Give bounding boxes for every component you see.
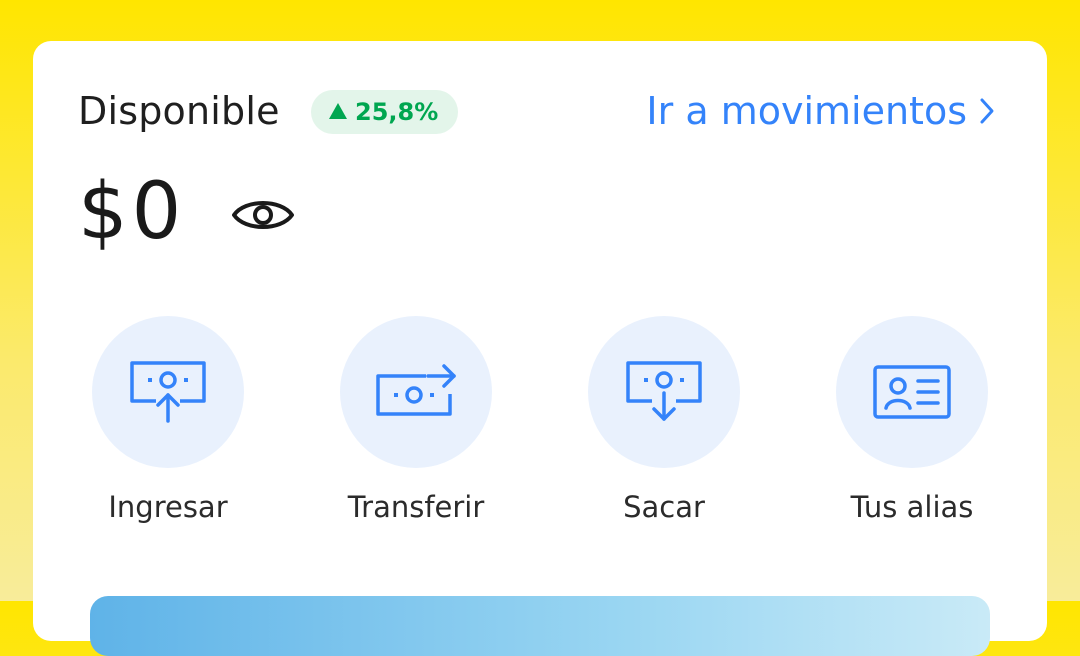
balance-amount: $0 <box>78 167 186 257</box>
action-ingresar-circle <box>92 316 244 468</box>
movements-link-label: Ir a movimientos <box>646 89 967 133</box>
action-tus-alias[interactable]: Tus alias <box>812 316 1012 524</box>
available-title: Disponible <box>78 89 280 133</box>
action-tus-alias-label: Tus alias <box>850 490 974 524</box>
balance-card: Disponible 25,8% Ir a movimientos $0 Ing… <box>33 41 1047 656</box>
promo-banner[interactable] <box>90 596 990 656</box>
up-arrow-icon <box>329 103 347 119</box>
chevron-right-icon <box>980 98 994 124</box>
money-transfer-icon <box>376 364 456 416</box>
action-sacar-label: Sacar <box>623 490 705 524</box>
action-ingresar[interactable]: Ingresar <box>68 316 268 524</box>
action-sacar[interactable]: Sacar <box>564 316 764 524</box>
action-sacar-circle <box>588 316 740 468</box>
action-transferir-label: Transferir <box>347 490 485 524</box>
eye-icon[interactable] <box>231 191 295 239</box>
action-tus-alias-circle <box>836 316 988 468</box>
id-card-icon <box>873 365 951 419</box>
money-out-icon <box>626 361 702 421</box>
movements-link[interactable]: Ir a movimientos <box>646 89 995 133</box>
money-in-icon <box>130 361 206 423</box>
action-ingresar-label: Ingresar <box>108 490 228 524</box>
action-transferir[interactable]: Transferir <box>316 316 516 524</box>
action-transferir-circle <box>340 316 492 468</box>
yield-badge-value: 25,8% <box>355 98 439 126</box>
yield-badge: 25,8% <box>311 90 459 134</box>
